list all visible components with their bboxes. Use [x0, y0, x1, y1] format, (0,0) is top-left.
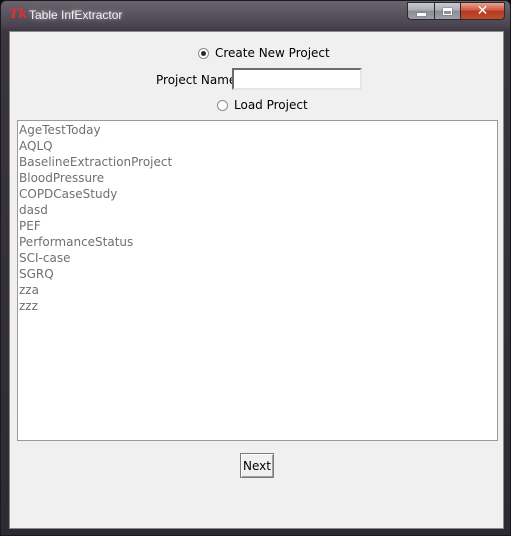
window-title: Table InfExtractor [29, 8, 123, 22]
main-panel: Create New Project Project Name Load Pro… [9, 31, 504, 529]
project-list-item[interactable]: COPDCaseStudy [19, 186, 497, 202]
minimize-icon [416, 12, 426, 16]
close-icon: ✕ [476, 3, 489, 19]
create-new-project-radio[interactable] [198, 47, 209, 59]
project-list-item[interactable]: SCI-case [19, 250, 497, 266]
close-button[interactable]: ✕ [460, 2, 505, 20]
project-name-label: Project Name [156, 73, 237, 87]
next-button[interactable]: Next [240, 453, 274, 478]
minimize-button[interactable] [407, 2, 434, 20]
project-list-item[interactable]: PerformanceStatus [19, 234, 497, 250]
project-list-item[interactable]: BloodPressure [19, 170, 497, 186]
project-list-item[interactable]: zza [19, 282, 497, 298]
project-list-item[interactable]: SGRQ [19, 266, 497, 282]
project-list-item[interactable]: zzz [19, 298, 497, 314]
load-project-option[interactable]: Load Project [217, 98, 308, 112]
project-list-item[interactable]: AQLQ [19, 138, 497, 154]
tk-feather-icon: Tk [9, 7, 28, 22]
load-project-label: Load Project [234, 98, 308, 112]
caption-buttons: ✕ [407, 2, 505, 21]
create-new-project-option[interactable]: Create New Project [198, 46, 330, 60]
load-project-radio[interactable] [217, 99, 228, 111]
create-new-project-label: Create New Project [215, 46, 330, 60]
project-list-item[interactable]: AgeTestToday [19, 122, 497, 138]
project-list-item[interactable]: PEF [19, 218, 497, 234]
maximize-button[interactable] [434, 2, 460, 20]
window-frame: Tk Table InfExtractor ✕ Create New Proje… [0, 0, 511, 536]
project-list-item[interactable]: BaselineExtractionProject [19, 154, 497, 170]
maximize-icon [443, 7, 452, 15]
project-list-item[interactable]: dasd [19, 202, 497, 218]
project-listbox[interactable]: AgeTestToday AQLQ BaselineExtractionProjec… [17, 120, 498, 441]
title-bar[interactable]: Tk Table InfExtractor ✕ [1, 1, 510, 29]
project-name-input[interactable] [232, 68, 362, 90]
